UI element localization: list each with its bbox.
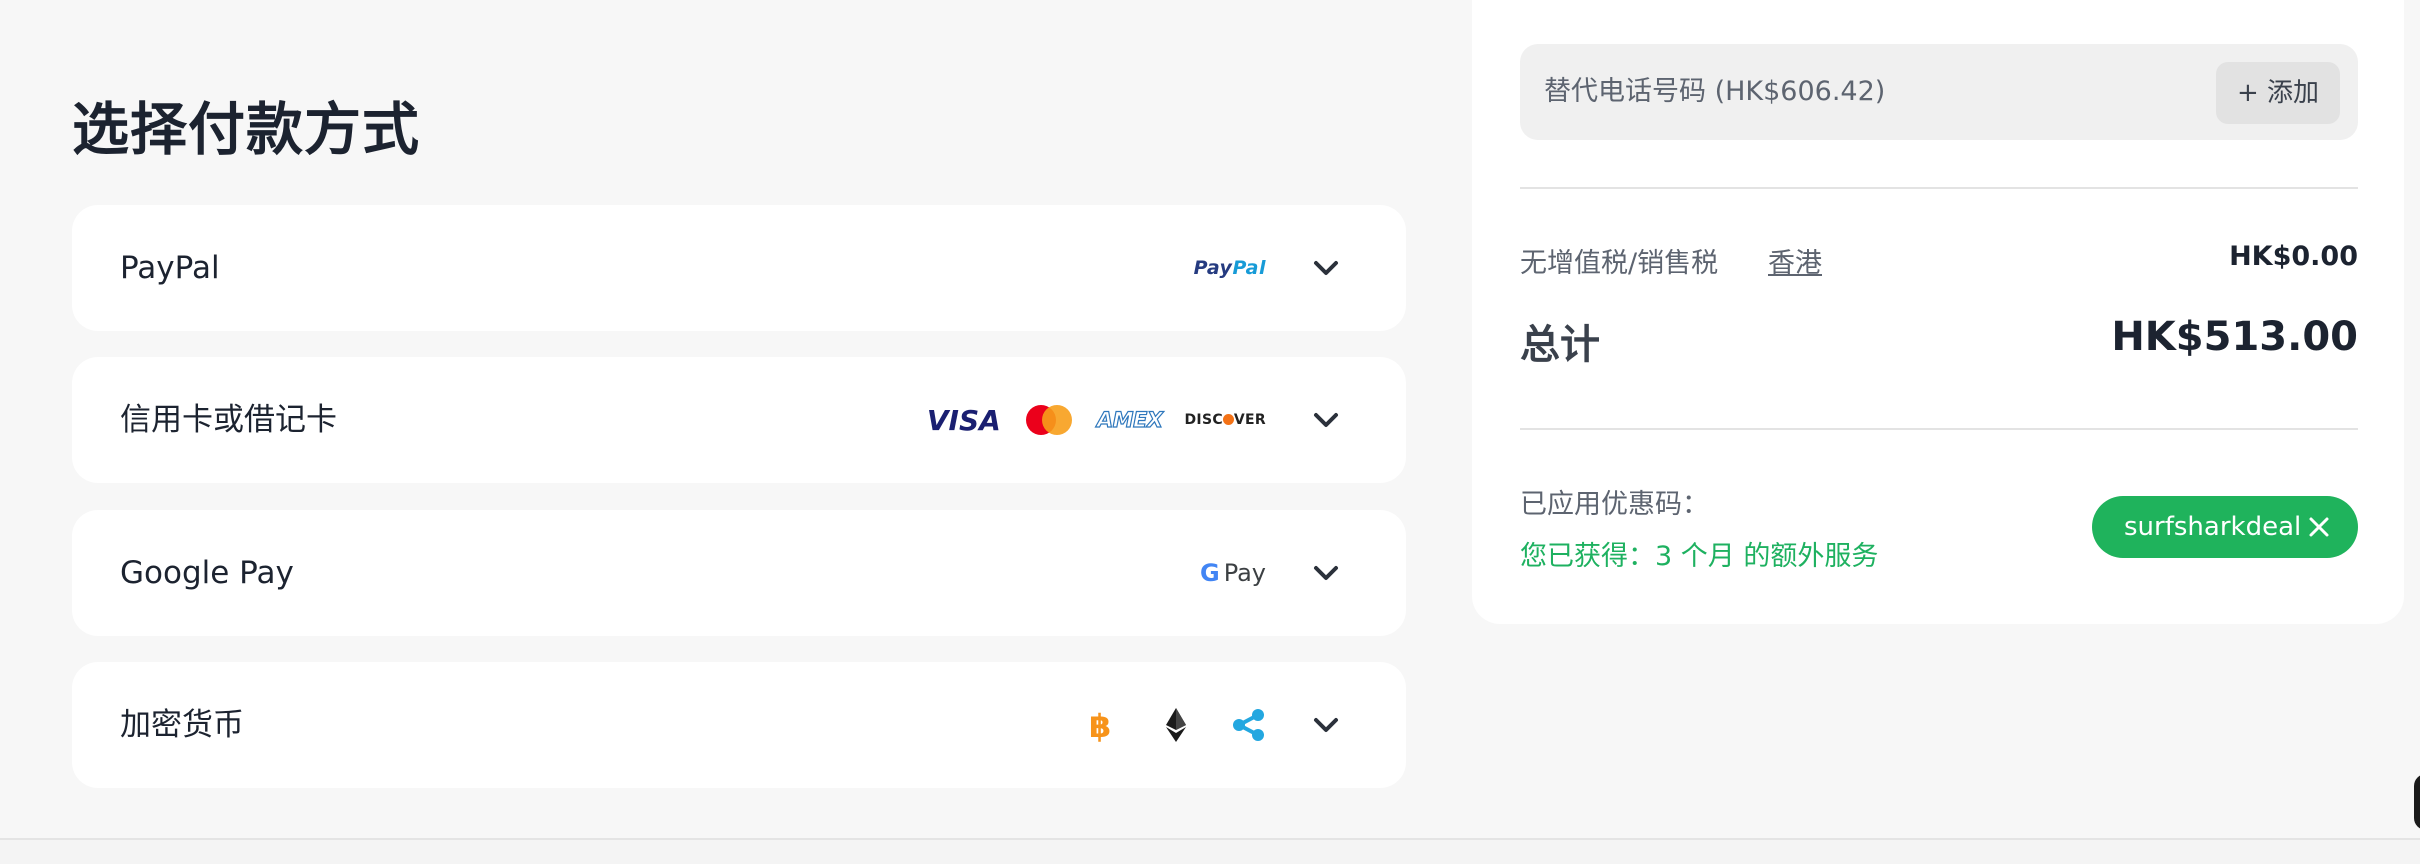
payment-method-label: 信用卡或借记卡 bbox=[120, 402, 337, 438]
promo-code: surfsharkdeal bbox=[2124, 512, 2302, 542]
tax-region-link[interactable]: 香港 bbox=[1768, 241, 1822, 280]
page-title: 选择付款方式 bbox=[72, 97, 420, 163]
payment-method-label: PayPal bbox=[120, 250, 220, 286]
add-phone-button[interactable]: + 添加 bbox=[2216, 62, 2340, 124]
mastercard-logo bbox=[1025, 405, 1072, 435]
divider bbox=[1520, 187, 2358, 189]
chevron-down-icon[interactable] bbox=[1308, 707, 1344, 743]
payment-method-crypto[interactable]: 加密货币 ฿ bbox=[72, 662, 1406, 788]
amex-logo: AMEX bbox=[1096, 407, 1163, 432]
phone-addon-label: 替代电话号码 (HK$606.42) bbox=[1544, 76, 1886, 107]
chevron-down-icon[interactable] bbox=[1308, 250, 1344, 286]
payment-logos: PayPal bbox=[1194, 205, 1266, 331]
bitcoin-icon: ฿ bbox=[1089, 707, 1111, 743]
payment-method-label: 加密货币 bbox=[120, 707, 244, 743]
ethereum-icon bbox=[1166, 708, 1186, 742]
svg-text:฿: ฿ bbox=[1089, 707, 1111, 743]
payment-logos: G Pay bbox=[1200, 510, 1266, 636]
tax-value: HK$0.00 bbox=[2229, 241, 2358, 272]
floating-widget[interactable] bbox=[2414, 774, 2420, 830]
paypal-logo: PayPal bbox=[1193, 257, 1266, 279]
payment-logos: ฿ bbox=[1086, 662, 1266, 788]
ripple-icon bbox=[1233, 709, 1264, 741]
payment-method-google-pay[interactable]: Google Pay G Pay bbox=[72, 510, 1406, 636]
phone-addon: 替代电话号码 (HK$606.42) + 添加 bbox=[1520, 44, 2358, 140]
divider bbox=[1520, 428, 2358, 430]
close-icon[interactable] bbox=[2306, 514, 2332, 540]
payment-method-label: Google Pay bbox=[120, 555, 294, 591]
google-pay-logo: G Pay bbox=[1199, 559, 1266, 587]
visa-logo: VISA bbox=[926, 403, 1001, 437]
total-label: 总计 bbox=[1520, 322, 1600, 368]
promo-label: 已应用优惠码： bbox=[1520, 489, 1709, 520]
payment-logos: VISA AMEX DISC VER bbox=[927, 357, 1266, 483]
total-value: HK$513.00 bbox=[2111, 314, 2358, 360]
payment-method-card[interactable]: 信用卡或借记卡 VISA AMEX DISC VER bbox=[72, 357, 1406, 483]
tax-label: 无增值税/销售税 bbox=[1520, 248, 1719, 279]
payment-method-paypal[interactable]: PayPal PayPal bbox=[72, 205, 1406, 331]
promo-code-chip: surfsharkdeal bbox=[2092, 496, 2358, 558]
footer-strip bbox=[0, 840, 2420, 864]
chevron-down-icon[interactable] bbox=[1308, 555, 1344, 591]
chevron-down-icon[interactable] bbox=[1308, 402, 1344, 438]
discover-logo: DISC VER bbox=[1184, 412, 1266, 428]
promo-benefit: 您已获得：3 个月 的额外服务 bbox=[1520, 541, 1879, 572]
order-summary: 替代电话号码 (HK$606.42) + 添加 无增值税/销售税 香港 HK$0… bbox=[1472, 0, 2404, 624]
